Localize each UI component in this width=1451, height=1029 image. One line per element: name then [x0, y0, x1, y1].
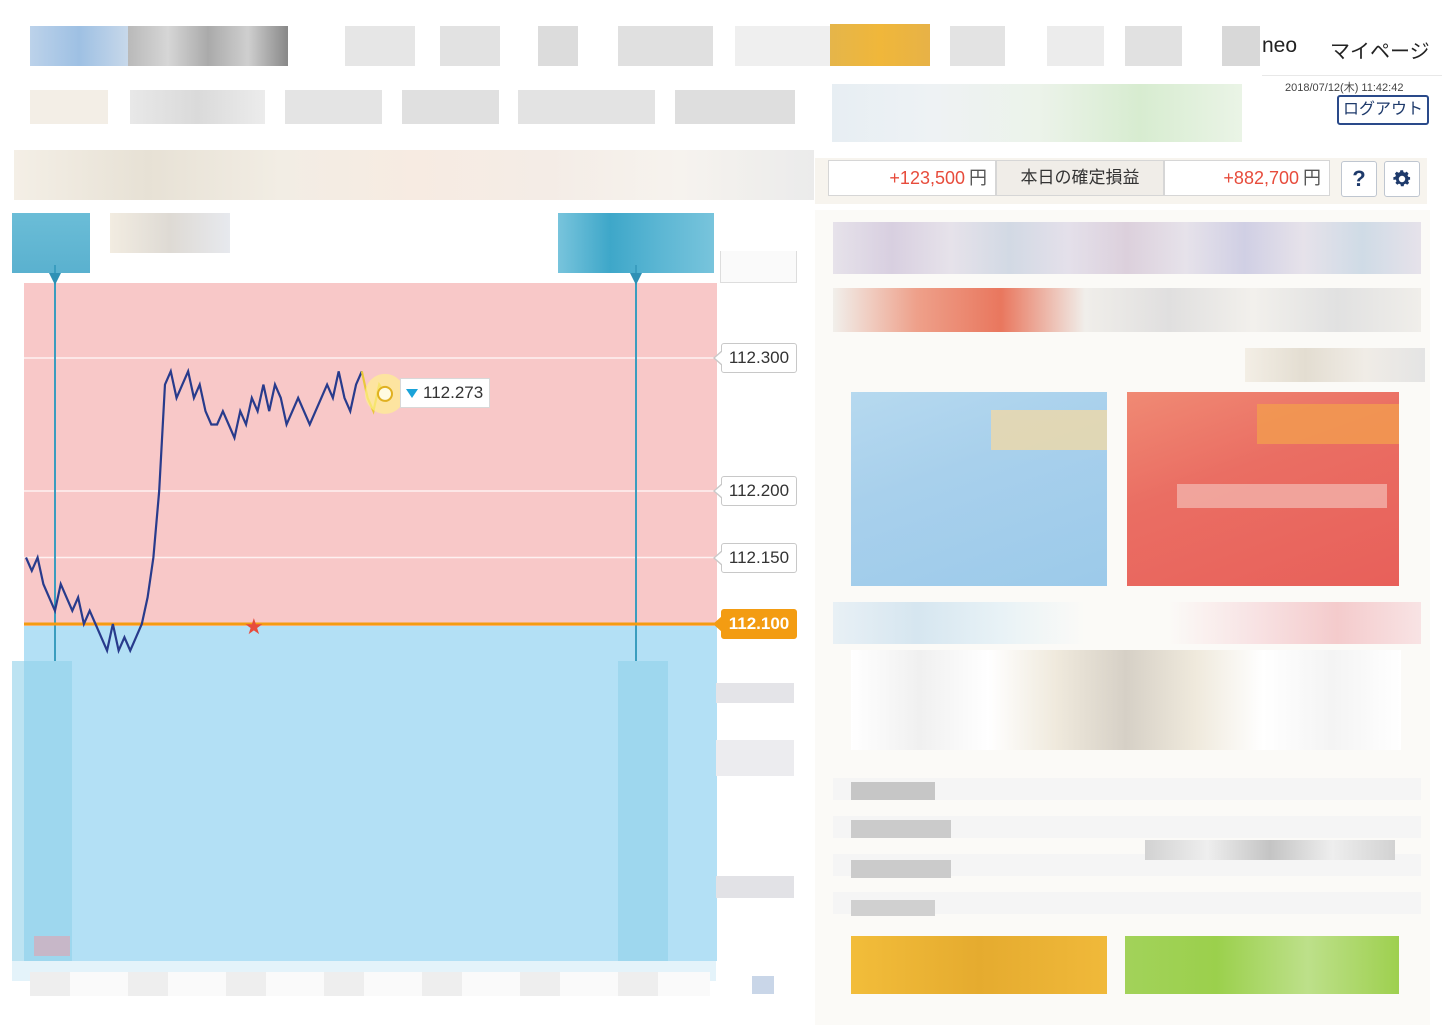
help-icon: ?	[1352, 166, 1366, 191]
lower-zone	[24, 626, 717, 961]
mypage-link[interactable]: マイページ	[1330, 35, 1430, 64]
settings-button[interactable]	[1384, 161, 1420, 197]
order-panel	[815, 210, 1430, 1025]
nav-item[interactable]	[950, 26, 1005, 66]
nav-item[interactable]	[345, 26, 415, 66]
price-tick: 112.150	[713, 542, 797, 573]
price-chart: ★	[12, 265, 717, 981]
price-tick: 112.300	[713, 343, 797, 373]
time-axis-mark	[34, 936, 70, 956]
sub-nav-item[interactable]	[675, 90, 795, 124]
low-button-header	[1257, 404, 1399, 444]
entry-star-icon: ★	[244, 615, 264, 640]
toolbar-blur	[14, 150, 814, 200]
today-realized-label: 本日の確定損益	[996, 160, 1164, 196]
sub-nav-item[interactable]	[130, 90, 265, 124]
nav-item[interactable]	[128, 26, 288, 66]
summary-value-blur	[851, 860, 951, 878]
current-price-label: 112.273	[400, 378, 491, 408]
top-nav: neo マイページ	[0, 0, 1451, 76]
logout-label: ログアウト	[1342, 101, 1423, 118]
scale-blur	[716, 876, 794, 898]
sub-nav-item[interactable]	[402, 90, 499, 124]
nav-item[interactable]	[538, 26, 578, 66]
nav-item[interactable]	[1047, 26, 1104, 66]
scale-blur	[716, 740, 794, 776]
option-row[interactable]	[833, 288, 1421, 332]
nav-item[interactable]	[1125, 26, 1182, 66]
upper-zone	[24, 283, 717, 626]
today-realized-pl: +882,700 円	[1164, 160, 1330, 196]
high-button-header	[991, 410, 1107, 450]
nav-item[interactable]	[440, 26, 500, 66]
brand-suffix: neo	[1262, 34, 1298, 57]
confirm-button[interactable]	[851, 936, 1107, 994]
logo[interactable]	[30, 26, 128, 66]
payout-row	[833, 602, 1421, 644]
summary-value-blur	[851, 820, 951, 838]
account-summary-blur	[832, 84, 1242, 142]
sub-nav-item[interactable]	[518, 90, 655, 124]
summary-value-blur	[851, 900, 935, 916]
current-price-tick: 112.100	[713, 609, 797, 639]
nav-item[interactable]	[735, 26, 830, 66]
scale-blur	[716, 683, 794, 703]
down-arrow-icon	[406, 389, 418, 398]
order-button[interactable]	[1125, 936, 1399, 994]
option-selector[interactable]	[1245, 348, 1425, 382]
quantity-area[interactable]	[851, 650, 1401, 750]
lower-zone-edge	[618, 661, 668, 961]
nav-item[interactable]	[618, 26, 713, 66]
summary-value-blur	[851, 782, 935, 800]
summary-value-blur	[1145, 840, 1395, 860]
clock: 2018/07/12(木) 11:42:42	[1285, 82, 1404, 94]
scale-blur	[752, 976, 774, 994]
current-price-dot	[377, 385, 393, 402]
currency-tabs[interactable]	[833, 222, 1421, 274]
sub-nav-item[interactable]	[30, 90, 108, 124]
nav-item-active[interactable]	[830, 24, 930, 66]
help-button[interactable]: ?	[1341, 161, 1377, 197]
time-axis-blur	[30, 972, 710, 996]
logout-button[interactable]: ログアウト	[1337, 95, 1429, 125]
lower-zone-edge	[12, 661, 72, 961]
nav-divider	[1262, 75, 1442, 76]
price-tick: 112.200	[713, 476, 797, 506]
sub-nav-item[interactable]	[285, 90, 382, 124]
nav-item[interactable]	[1222, 26, 1260, 66]
low-button-text	[1177, 484, 1387, 508]
valuation-pl: +123,500 円	[828, 160, 996, 196]
low-button[interactable]	[1127, 392, 1399, 586]
high-button[interactable]	[851, 392, 1107, 586]
gear-icon	[1393, 170, 1411, 187]
